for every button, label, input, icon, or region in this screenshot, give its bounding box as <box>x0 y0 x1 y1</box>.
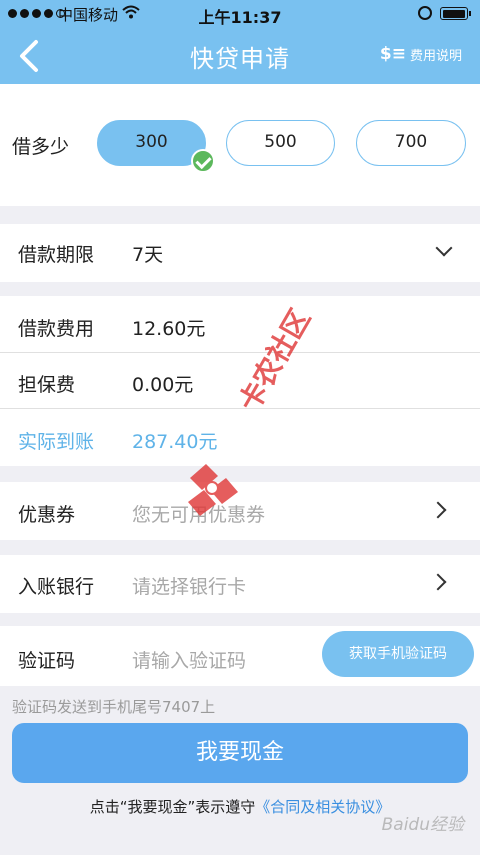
nav-bar: 快贷申请 $≡ 费用说明 <box>0 28 480 84</box>
actual-value: 287.40元 <box>132 431 218 453</box>
coupon-value: 您无可用优惠券 <box>132 504 266 526</box>
bank-label: 入账银行 <box>18 576 95 598</box>
verify-code-input[interactable]: 请输入验证码 <box>132 646 246 673</box>
amount-option-label: 500 <box>264 132 297 152</box>
rotation-lock-icon <box>418 6 432 20</box>
baidu-watermark: Baidu经验 <box>381 815 464 835</box>
amount-option-300[interactable]: 300 <box>97 120 215 173</box>
agreement-link[interactable]: 《合同及相关协议》 <box>255 798 390 816</box>
guarantee-label: 担保费 <box>18 374 76 396</box>
fee-info-label: 费用说明 <box>409 48 462 64</box>
status-time: 上午11:37 <box>198 8 282 27</box>
amount-option-label: 300 <box>135 132 168 152</box>
amount-option-700[interactable]: 700 <box>356 120 466 166</box>
coupon-label: 优惠券 <box>18 504 76 526</box>
fee-label: 借款费用 <box>18 318 95 340</box>
verify-label: 验证码 <box>18 650 76 672</box>
bank-value: 请选择银行卡 <box>132 576 247 598</box>
actual-label: 实际到账 <box>18 431 95 453</box>
fee-icon: $≡ <box>379 44 406 64</box>
agreement-prefix: 点击“我要现金”表示遵守 <box>89 798 256 816</box>
sms-hint: 验证码发送到手机尾号7407上 <box>12 698 216 716</box>
fee-info-button[interactable]: $≡ 费用说明 <box>380 44 462 64</box>
check-icon <box>191 149 215 173</box>
guarantee-value: 0.00元 <box>132 374 194 396</box>
term-label: 借款期限 <box>18 244 95 266</box>
amount-option-500[interactable]: 500 <box>226 120 335 166</box>
amount-option-label: 700 <box>394 132 428 152</box>
fee-value: 12.60元 <box>132 318 206 340</box>
battery-icon <box>440 7 471 20</box>
divider <box>0 408 480 409</box>
divider <box>0 352 480 353</box>
status-bar: 中国移动 上午11:37 <box>0 0 480 28</box>
submit-button[interactable]: 我要现金 <box>12 723 468 783</box>
amount-label: 借多少 <box>12 136 70 158</box>
get-sms-code-button[interactable]: 获取手机验证码 <box>322 631 474 677</box>
term-value: 7天 <box>132 244 164 266</box>
